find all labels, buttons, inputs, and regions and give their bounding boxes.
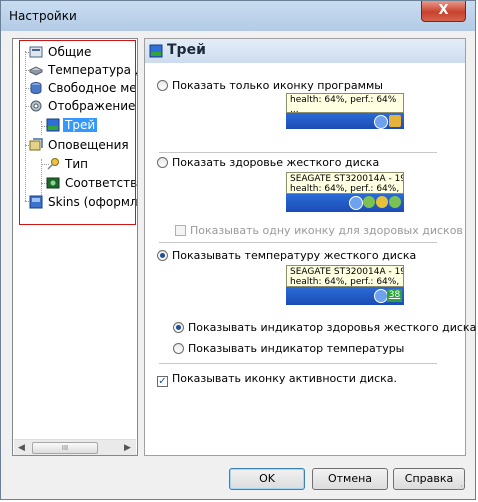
title-bar: Настройки X [1,1,475,31]
settings-window: Настройки X Общие Температура д Свободно… [0,0,476,500]
cancel-button[interactable]: Отмена [312,468,388,490]
display-gear-icon [29,99,43,113]
radio-temp-indicator[interactable]: Показывать индикатор температуры [173,342,404,356]
disk-space-icon [29,81,43,95]
radio-health-indicator[interactable]: Показывать индикатор здоровья жесткого д… [173,321,476,335]
radio-button[interactable] [173,343,184,354]
tree-item-general[interactable]: Общие [29,44,93,60]
window-title: Настройки [9,9,77,23]
tree-item-notifications[interactable]: Оповещения [29,137,131,153]
close-button[interactable]: X [421,1,466,22]
tray-shield-icon [389,115,401,127]
tray-arrow-icon [374,115,388,129]
help-button[interactable]: Справка [393,468,465,490]
radio-button[interactable] [157,157,168,168]
radio-temperature[interactable]: Показывать температуру жесткого диска [157,249,416,263]
scroll-right-icon[interactable]: ▶ [124,443,131,453]
ok-button[interactable]: OK [229,468,305,490]
tree-item-temperature[interactable]: Температура д [28,62,137,78]
pin-icon [46,157,60,171]
radio-button[interactable] [157,80,168,91]
preview-health: SEAGATE ST320014A - 19. health: 64%, per… [286,172,404,212]
health-yellow-icon [376,196,388,208]
separator [159,242,437,243]
checkbox[interactable]: ✓ [157,376,168,387]
tree-item-tray[interactable]: Трей [46,117,98,133]
checkbox-activity[interactable]: ✓ Показывать иконку активности диска. [157,372,397,387]
temperature-tray-icon: 38 [387,289,402,302]
checkbox[interactable] [175,225,186,236]
hard-drive-icon [28,63,44,77]
tree-item-type[interactable]: Тип [46,156,90,172]
skins-icon [29,195,43,209]
panel-title: Трей [167,42,206,58]
tree-horizontal-scrollbar[interactable]: ◀ III ▶ [14,439,136,455]
client-area: Общие Температура д Свободное ме Отображ… [8,32,476,494]
scroll-thumb[interactable]: III [32,442,98,454]
tray-arrow-icon [349,196,363,210]
scroll-left-icon[interactable]: ◀ [18,443,25,453]
general-settings-icon [29,45,43,59]
preview-icon-only: health: 64%, perf.: 64% ... [286,93,404,129]
tray-icon [46,118,60,132]
checkbox-one-icon[interactable]: Показывать одну иконку для здоровых диск… [175,224,463,238]
separator [159,152,437,153]
tree-item-skins[interactable]: Skins (оформл [29,194,137,210]
radio-button[interactable] [173,322,184,333]
tree-item-matching[interactable]: Соответств [46,175,137,191]
monitor-icon [46,176,60,190]
resize-grip-icon[interactable]: ⋰ [457,482,466,492]
radio-icon-only[interactable]: Показать только иконку программы [157,79,383,93]
tray-header-icon [149,44,163,58]
separator [159,363,437,364]
health-green-icon [363,196,375,208]
tray-arrow-icon [374,289,388,303]
tree-item-free-space[interactable]: Свободное ме [29,80,137,96]
settings-tree: Общие Температура д Свободное ме Отображ… [12,38,138,456]
radio-health[interactable]: Показать здоровье жесткого диска [157,156,379,170]
notification-icon [29,138,43,152]
tree-item-display[interactable]: Отображение [29,98,137,114]
radio-button[interactable] [157,250,168,261]
panel-header: Трей [145,39,465,63]
health-green-icon [389,196,401,208]
tray-settings-panel: Трей Показать только иконку программы he… [144,38,476,456]
preview-temperature: SEAGATE ST320014A - 19. health: 64%, per… [286,265,404,305]
